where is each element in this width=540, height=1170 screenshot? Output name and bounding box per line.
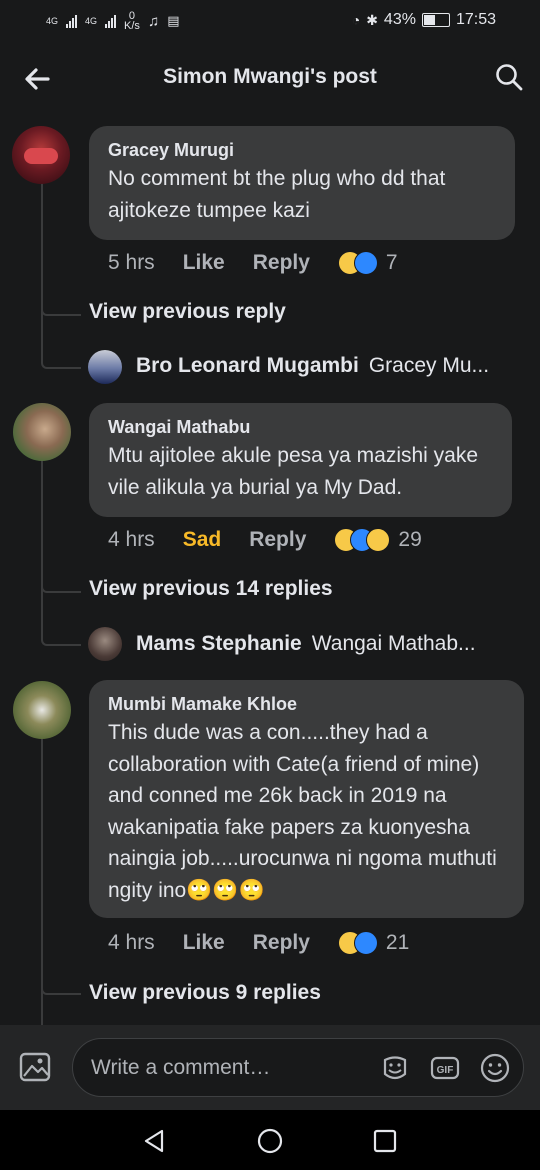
comment-author[interactable]: Mumbi Mamake Khloe <box>108 691 506 717</box>
comment-bubble[interactable]: Wangai Mathabu Mtu ajitolee akule pesa y… <box>89 403 512 517</box>
thread-elbow <box>41 589 81 646</box>
square-recents-icon <box>373 1129 397 1153</box>
emoji-icon <box>480 1053 510 1083</box>
reaction-summary[interactable]: 29 <box>334 528 422 552</box>
clock: 17:53 <box>455 11 496 28</box>
comment-text: Mtu ajitolee akule pesa ya mazishi yake … <box>108 444 479 499</box>
comment-text: This dude was a con.....they had a colla… <box>108 721 497 902</box>
comment-actions: 4 hrs Like Reply 21 <box>108 931 409 955</box>
page-title: Simon Mwangi's post <box>163 65 377 88</box>
triangle-back-icon <box>144 1129 164 1153</box>
reply-snippet: Wangai Mathab... <box>311 632 476 655</box>
emoji-button[interactable] <box>479 1052 511 1084</box>
reply-preview[interactable]: Bro Leonard Mugambi Gracey Mu... <box>136 354 489 378</box>
reply-avatar[interactable] <box>88 627 122 661</box>
thread-elbow <box>41 312 81 369</box>
reply-button[interactable]: Reply <box>253 931 310 955</box>
alarm-icon: ◔ <box>351 12 361 28</box>
comment-time: 5 hrs <box>108 251 155 274</box>
reaction-summary[interactable]: 7 <box>337 251 398 275</box>
avatar[interactable] <box>13 403 71 461</box>
photo-icon <box>19 1052 51 1082</box>
reply-snippet: Gracey Mu... <box>368 354 490 377</box>
circle-home-icon <box>257 1128 283 1154</box>
nav-back-button[interactable] <box>140 1126 170 1156</box>
reply-avatar[interactable] <box>88 350 122 384</box>
sticker-icon <box>383 1056 407 1080</box>
comment-text: No comment bt the plug who dd that ajito… <box>108 167 446 222</box>
comment-time: 4 hrs <box>108 528 155 551</box>
reply-author[interactable]: Mams Stephanie <box>136 632 302 656</box>
net-speed-unit: K/s <box>124 20 140 32</box>
status-bar: 4G 4G 0 K/s ♫ ▤ ◔ ✱ 43% 17:53 <box>0 0 540 40</box>
sad-reaction-button[interactable]: Sad <box>183 528 222 552</box>
reply-button[interactable]: Reply <box>249 528 306 552</box>
comment-author[interactable]: Wangai Mathabu <box>108 414 494 440</box>
signal-icon-2 <box>105 14 117 28</box>
svg-text:GIF: GIF <box>437 1065 454 1076</box>
reply-preview[interactable]: Mams Stephanie Wangai Mathab... <box>136 632 476 656</box>
view-replies-link[interactable]: View previous reply <box>89 300 286 324</box>
reaction-count: 7 <box>385 251 398 274</box>
avatar[interactable] <box>13 681 71 739</box>
battery-percent: 43% <box>383 11 416 28</box>
comment-input-box[interactable]: GIF <box>72 1038 524 1097</box>
nav-home-button[interactable] <box>255 1126 285 1156</box>
music-icon: ♫ <box>147 12 160 30</box>
header: Simon Mwangi's post <box>0 50 540 108</box>
search-icon <box>496 64 523 91</box>
view-replies-link[interactable]: View previous 14 replies <box>89 577 333 601</box>
signal-icon <box>66 14 78 28</box>
comment-author[interactable]: Gracey Murugi <box>108 137 497 163</box>
reply-button[interactable]: Reply <box>253 251 310 275</box>
comment-actions: 4 hrs Sad Reply 29 <box>108 528 422 552</box>
gif-icon: GIF <box>430 1056 460 1080</box>
thread-elbow <box>41 977 81 995</box>
like-button[interactable]: Like <box>183 251 225 275</box>
net-speed: 0 K/s <box>124 11 140 32</box>
thread-line <box>41 183 43 313</box>
like-icon <box>353 251 378 275</box>
sticker-button[interactable] <box>379 1052 411 1084</box>
search-button[interactable] <box>494 62 524 92</box>
reaction-summary[interactable]: 21 <box>337 931 410 955</box>
comment-input[interactable] <box>89 1051 373 1085</box>
wow-icon <box>366 528 391 552</box>
reply-author[interactable]: Bro Leonard Mugambi <box>136 354 359 378</box>
thread-line <box>41 738 43 993</box>
network-type-1: 4G <box>46 16 59 26</box>
thread-line <box>41 460 43 590</box>
message-icon: ▤ <box>167 13 180 28</box>
bluetooth-icon: ✱ <box>366 11 378 28</box>
comment-bubble[interactable]: Mumbi Mamake Khloe This dude was a con..… <box>89 680 524 918</box>
like-icon <box>353 931 378 955</box>
gif-button[interactable]: GIF <box>429 1052 461 1084</box>
comment-time: 4 hrs <box>108 931 155 954</box>
nav-recents-button[interactable] <box>370 1126 400 1156</box>
comment-composer: GIF <box>0 1025 540 1110</box>
comment-actions: 5 hrs Like Reply 7 <box>108 251 398 275</box>
system-navigation-bar <box>0 1110 540 1170</box>
photo-button[interactable] <box>18 1049 54 1085</box>
reaction-count: 29 <box>398 528 422 551</box>
thread-line <box>41 993 43 1025</box>
avatar[interactable] <box>12 126 70 184</box>
like-button[interactable]: Like <box>183 931 225 955</box>
reaction-count: 21 <box>385 931 410 954</box>
network-type-2: 4G <box>85 16 98 26</box>
comment-bubble[interactable]: Gracey Murugi No comment bt the plug who… <box>89 126 515 240</box>
view-replies-link[interactable]: View previous 9 replies <box>89 981 321 1005</box>
battery-icon <box>421 13 450 27</box>
